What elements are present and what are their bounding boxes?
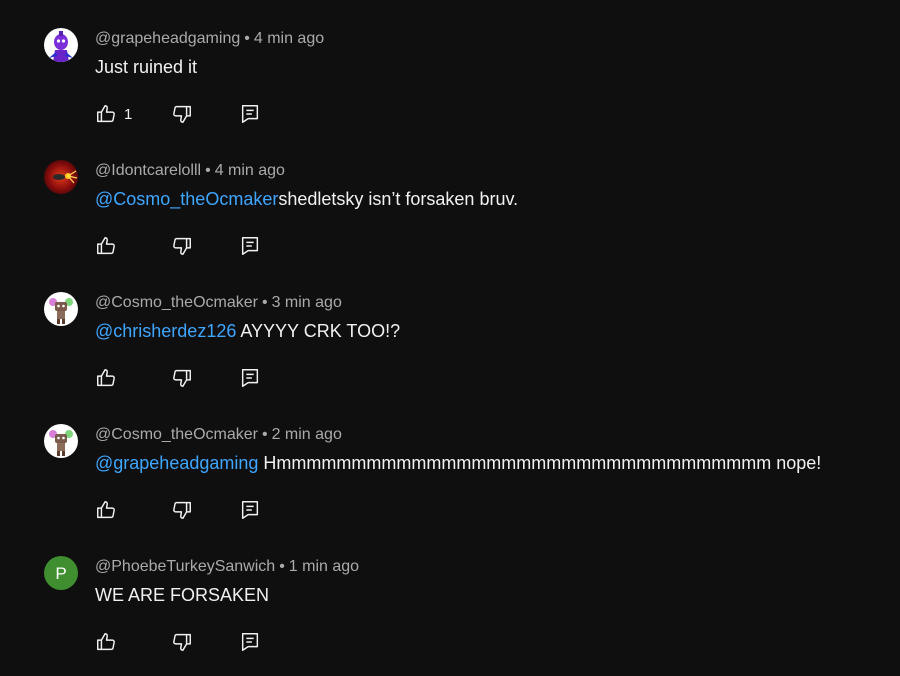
comment-time[interactable]: 4 min ago [254, 30, 324, 47]
comment-text: @grapeheadgaming Hmmmmmmmmmmmmmmmmmmmmmm… [95, 453, 821, 474]
comment-item: P @PhoebeTurkeySanwich • 1 min ago WE ARE … [0, 544, 900, 676]
comment-meta: @Cosmo_theOcmaker • 2 min ago [95, 426, 342, 444]
comment-text: @Cosmo_theOcmakershedletsky isn’t forsak… [95, 189, 518, 210]
dislike-button[interactable] [171, 234, 193, 258]
reply-icon [241, 501, 259, 519]
comment-mention[interactable]: @chrisherdez126 [95, 321, 236, 341]
cartoon-character-avatar-icon [44, 292, 78, 326]
comment-author[interactable]: @PhoebeTurkeySanwich [95, 558, 275, 575]
comment-author[interactable]: @Cosmo_theOcmaker [95, 294, 258, 311]
comment-time[interactable]: 3 min ago [272, 294, 342, 311]
reply-button[interactable] [239, 498, 261, 522]
comment-body: Just ruined it [95, 57, 198, 77]
meta-separator: • [244, 30, 250, 47]
comment-mention[interactable]: @Cosmo_theOcmaker [95, 189, 278, 209]
purple-character-avatar-icon [44, 28, 78, 62]
comment-author[interactable]: @Cosmo_theOcmaker [95, 426, 258, 443]
thumbs-down-icon [173, 633, 191, 651]
reply-button[interactable] [239, 102, 261, 126]
dislike-button[interactable] [171, 366, 193, 390]
meta-separator: • [261, 294, 268, 311]
thumbs-down-icon [173, 501, 191, 519]
like-button[interactable] [95, 498, 124, 522]
avatar[interactable] [44, 292, 78, 326]
reply-button[interactable] [239, 630, 261, 654]
letter-avatar-icon: P [44, 556, 78, 590]
avatar[interactable] [44, 424, 78, 458]
comment-author[interactable]: @Idontcarelolll [95, 162, 201, 179]
comment-meta: @PhoebeTurkeySanwich • 1 min ago [95, 558, 359, 576]
red-burst-avatar-icon [44, 160, 78, 194]
like-count: 1 [124, 105, 133, 123]
comment-body: WE ARE FORSAKEN [95, 585, 270, 605]
meta-separator: • [261, 426, 268, 443]
comment-item: @Idontcarelolll • 4 min ago @Cosmo_theOcma… [0, 148, 900, 280]
thumbs-up-icon [97, 369, 115, 387]
comment-body: AYYYY CRK TOO!? [236, 321, 401, 341]
thumbs-down-icon [173, 237, 191, 255]
comment-item: @grapeheadgaming • 4 min ago Just ruined i… [0, 16, 900, 148]
comment-body: shedletsky isn’t forsaken bruv. [278, 189, 519, 209]
reply-button[interactable] [239, 366, 261, 390]
meta-separator: • [279, 558, 285, 575]
comment-meta: @grapeheadgaming • 4 min ago [95, 30, 324, 48]
comment-item: @Cosmo_theOcmaker • 2 min ago @grapeheadga… [0, 412, 900, 544]
comment-author[interactable]: @grapeheadgaming [95, 30, 240, 47]
comment-text: Just ruined it [95, 57, 197, 78]
reply-icon [241, 633, 259, 651]
comment-text: @chrisherdez126 AYYYY CRK TOO!? [95, 321, 400, 342]
reply-icon [241, 237, 259, 255]
comment-time[interactable]: 2 min ago [272, 426, 342, 443]
like-button[interactable] [95, 366, 124, 390]
comment-mention[interactable]: @grapeheadgaming [95, 453, 258, 473]
comment-item: @Cosmo_theOcmaker • 3 min ago @chrisherdez… [0, 280, 900, 412]
like-button[interactable]: 1 [95, 102, 132, 126]
avatar-letter: P [55, 564, 66, 583]
thumbs-down-icon [173, 105, 191, 123]
like-button[interactable] [95, 630, 124, 654]
reply-icon [241, 105, 259, 123]
thumbs-up-icon [97, 237, 115, 255]
thumbs-up-icon [97, 633, 115, 651]
meta-separator: • [205, 162, 211, 179]
like-button[interactable] [95, 234, 124, 258]
dislike-button[interactable] [171, 498, 193, 522]
comment-meta: @Cosmo_theOcmaker • 3 min ago [95, 294, 342, 312]
reply-button[interactable] [239, 234, 261, 258]
avatar[interactable] [44, 160, 78, 194]
dislike-button[interactable] [171, 630, 193, 654]
comment-time[interactable]: 4 min ago [215, 162, 285, 179]
cartoon-character-avatar-icon [44, 424, 78, 458]
avatar[interactable]: P [44, 556, 78, 590]
thumbs-up-icon [97, 501, 115, 519]
reply-icon [241, 369, 259, 387]
comment-meta: @Idontcarelolll • 4 min ago [95, 162, 285, 180]
comment-body: Hmmmmmmmmmmmmmmmmmmmmmmmmmmmmmmmmm nope! [258, 453, 822, 473]
avatar[interactable] [44, 28, 78, 62]
thumbs-down-icon [173, 369, 191, 387]
comment-time[interactable]: 1 min ago [289, 558, 359, 575]
thumbs-up-icon [97, 105, 115, 123]
comment-text: WE ARE FORSAKEN [95, 585, 269, 606]
dislike-button[interactable] [171, 102, 193, 126]
